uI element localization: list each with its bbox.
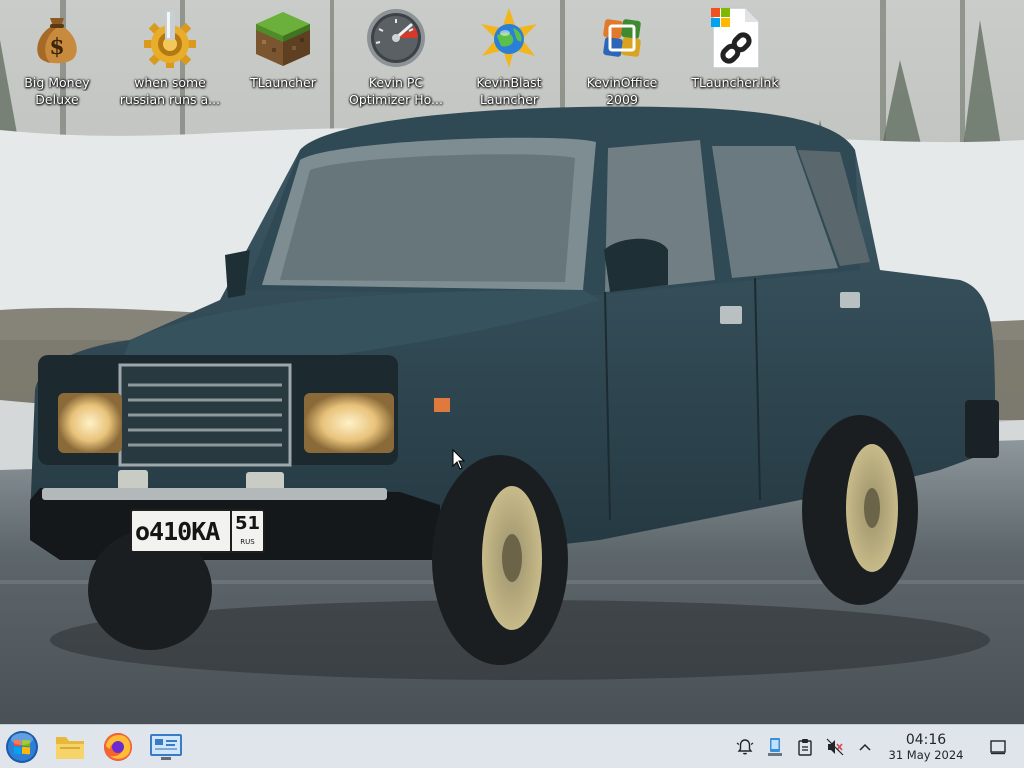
desktop-icon-when-some-russian[interactable]: when some russian runs a...: [116, 6, 224, 116]
tray-expand-button[interactable]: [850, 725, 880, 768]
tray-notifications[interactable]: [730, 725, 760, 768]
taskbar: 04:16 31 May 2024: [0, 724, 1024, 768]
desktop-icon-tlauncher[interactable]: TLauncher: [229, 6, 337, 116]
desktop-icon-kevin-pc-optimizer[interactable]: Kevin PC Optimizer Ho...: [342, 6, 450, 116]
desktop-icon-label: KevinBlast: [476, 75, 542, 90]
start-button[interactable]: [0, 725, 44, 768]
desktop-icon-tlauncher-lnk[interactable]: TLauncher.lnk: [681, 6, 789, 116]
folder-icon: [56, 736, 84, 759]
tray-network[interactable]: [760, 725, 790, 768]
mouse-cursor-icon: [452, 449, 466, 470]
license-plate-country: RUS: [240, 538, 255, 546]
desktop-icon-label: 2009: [606, 92, 638, 107]
desktop-icon-kevinoffice-2009[interactable]: KevinOffice 2009: [568, 6, 676, 116]
desktop-icon-label: Big Money: [24, 75, 90, 90]
show-desktop-button[interactable]: [972, 725, 1024, 768]
desktop-icon-big-money-deluxe[interactable]: $ Big Money Deluxe: [3, 6, 111, 116]
chevron-up-icon: [859, 743, 871, 751]
desktop-icon-label: KevinOffice: [586, 75, 658, 90]
desktop-icon-label: Deluxe: [35, 92, 79, 107]
desktop-icon-label: Optimizer Ho...: [349, 92, 443, 107]
tray-clipboard[interactable]: [790, 725, 820, 768]
desktop-icon-label: TLauncher.lnk: [691, 75, 779, 90]
star-globe-icon: [477, 6, 541, 70]
firefox-icon: [104, 732, 132, 761]
desktop-icon-label: TLauncher: [250, 75, 316, 90]
taskbar-firefox[interactable]: [96, 725, 140, 768]
speedometer-icon: [364, 6, 428, 70]
gear-icon: [138, 6, 202, 70]
grass-block-icon: [251, 6, 315, 70]
volume-muted-icon: [826, 738, 844, 756]
desktop-icon-area: $ Big Money Deluxe when some russian run…: [0, 0, 1024, 120]
system-tray: 04:16 31 May 2024: [730, 725, 1024, 768]
show-desktop-icon: [990, 740, 1006, 755]
taskbar-control-panel[interactable]: [144, 725, 188, 768]
taskbar-file-explorer[interactable]: [48, 725, 92, 768]
license-plate-region: 51: [234, 513, 261, 534]
front-wheel: [432, 455, 568, 665]
desktop-icon-kevinblast-launcher[interactable]: KevinBlast Launcher: [455, 6, 563, 116]
tray-volume[interactable]: [820, 725, 850, 768]
clipboard-icon: [798, 739, 812, 756]
license-plate-number: о410КА: [135, 516, 220, 546]
desktop-icon-label: Launcher: [479, 92, 539, 107]
clock-time: 04:16: [905, 731, 947, 748]
clock-date: 31 May 2024: [888, 747, 964, 762]
office-logo-icon: [590, 6, 654, 70]
money-bag-icon: $: [25, 6, 89, 70]
desktop-icon-label: when some: [134, 75, 206, 90]
notifications-icon: [736, 739, 754, 755]
network-icon: [768, 738, 782, 756]
digital-clock[interactable]: 04:16 31 May 2024: [880, 725, 972, 768]
shortcut-file-icon: [703, 6, 767, 70]
svg-text:$: $: [49, 34, 64, 60]
desktop-icon-label: Kevin PC: [368, 75, 424, 90]
desktop-icon-label: russian runs a...: [119, 92, 221, 107]
control-panel-icon: [150, 733, 182, 760]
start-orb-icon: [6, 730, 38, 763]
license-plate: о410КА 51 RUS: [130, 509, 265, 553]
